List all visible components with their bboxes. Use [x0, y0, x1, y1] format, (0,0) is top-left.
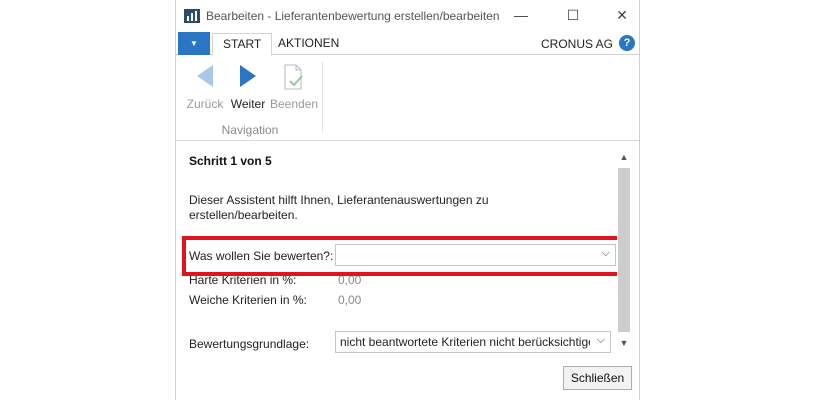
close-button[interactable]: Schließen — [563, 366, 632, 390]
finish-button-label: Beenden — [270, 97, 319, 111]
highlight-frame — [182, 236, 622, 276]
title-bar: Bearbeiten - Lieferantenbewertung erstel… — [176, 0, 639, 31]
app-icon — [184, 9, 200, 23]
minimize-button[interactable]: — — [506, 3, 536, 27]
tab-aktionen[interactable]: AKTIONEN — [268, 33, 349, 56]
wizard-window: Bearbeiten - Lieferantenbewertung erstel… — [175, 0, 640, 400]
step-title: Schritt 1 von 5 — [189, 154, 272, 168]
intro-text: Dieser Assistent hilft Ihnen, Lieferante… — [189, 193, 489, 222]
app-menu-button[interactable]: ▼ — [178, 32, 210, 55]
back-button-label: Zurück — [186, 97, 224, 111]
soft-criteria-value: 0,00 — [338, 293, 362, 307]
basis-label: Bewertungsgrundlage: — [189, 337, 310, 351]
window-title: Bearbeiten - Lieferantenbewertung erstel… — [206, 9, 500, 23]
soft-criteria-label: Weiche Kriterien in %: — [189, 293, 307, 307]
ribbon-group-label: Navigation — [221, 123, 279, 137]
minimize-icon: — — [514, 7, 528, 23]
ribbon: Zurück Weiter Beenden Navigation — [176, 56, 639, 141]
scroll-up-icon[interactable]: ▲ — [617, 150, 631, 164]
dropdown-arrow-icon: ▼ — [190, 39, 198, 48]
forward-arrow-icon — [240, 65, 256, 87]
wizard-content: Schritt 1 von 5 Dieser Assistent hilft I… — [176, 142, 639, 357]
finish-button[interactable]: Beenden — [270, 60, 319, 112]
ribbon-separator — [322, 62, 323, 132]
help-icon[interactable]: ? — [619, 35, 635, 51]
company-name: CRONUS AG — [540, 37, 613, 51]
back-button[interactable]: Zurück — [182, 60, 228, 112]
close-icon: ✕ — [616, 6, 628, 23]
chevron-down-icon: ⌵ — [596, 334, 605, 346]
basis-dropdown-value: nicht beantwortete Kriterien nicht berüc… — [340, 335, 590, 349]
vertical-scrollbar[interactable]: ▲ ▼ — [617, 150, 631, 350]
back-arrow-icon — [197, 65, 213, 87]
scroll-thumb[interactable] — [618, 168, 630, 332]
ribbon-tabs: ▼ START AKTIONEN CRONUS AG ? — [176, 31, 639, 56]
close-window-button[interactable]: ✕ — [607, 3, 637, 27]
scroll-down-icon[interactable]: ▼ — [617, 336, 631, 350]
maximize-icon: ☐ — [566, 6, 580, 23]
basis-dropdown[interactable]: nicht beantwortete Kriterien nicht berüc… — [335, 331, 611, 353]
next-button[interactable]: Weiter — [225, 60, 271, 112]
next-button-label: Weiter — [230, 97, 266, 111]
maximize-button[interactable]: ☐ — [558, 3, 588, 27]
finish-document-icon — [284, 64, 303, 90]
tab-start[interactable]: START — [212, 33, 273, 56]
